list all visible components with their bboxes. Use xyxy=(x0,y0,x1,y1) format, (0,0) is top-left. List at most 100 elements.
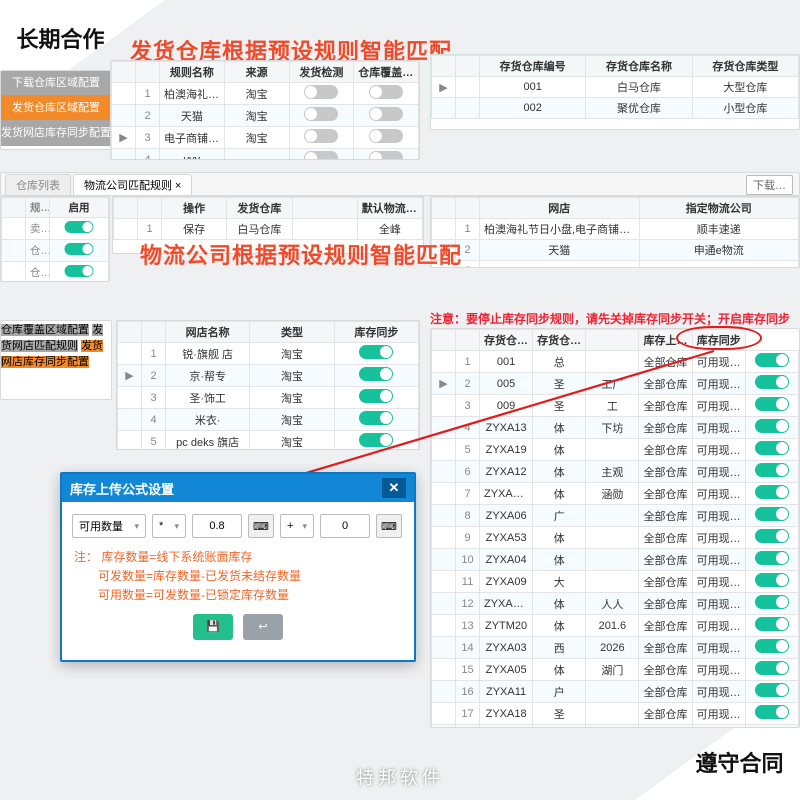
s3-store-list-table: 网店名称类型库存同步1锐·旗舰 店淘宝▶2京·帮专淘宝3圣·饰工淘宝4米衣·淘宝… xyxy=(116,320,420,450)
toggle-switch[interactable] xyxy=(755,353,789,367)
table-row[interactable]: 4米衣·淘宝 xyxy=(118,409,419,431)
s1-rules-grid[interactable]: 规则名称来源发货检测仓库覆盖区域检测1柏澳海礼节日小盘淘宝2天猫淘宝▶3电子商铺… xyxy=(111,61,419,160)
toggle-switch[interactable] xyxy=(755,617,789,631)
dialog-titlebar[interactable]: 库存上传公式设置 ✕ xyxy=(62,474,414,502)
headline-logistics-match: 物流公司根据预设规则智能匹配 xyxy=(140,238,462,270)
table-row[interactable]: 7ZYXA414体涵勋全部仓库可用现量*0.6 xyxy=(432,483,799,505)
s2-rule-enable-grid[interactable]: 规则名称启用卖家备注匹配仓库网店匹配仓库区域匹配 xyxy=(1,197,109,282)
s3-stock-formula-grid[interactable]: 存货仓库编号存货仓库名称库存上传公式库存同步1001总全部仓库可用现量*0.6▶… xyxy=(431,329,799,728)
table-row[interactable]: 15ZYXA05体湖门全部仓库可用现量*0.6 xyxy=(432,659,799,681)
toggle-switch[interactable] xyxy=(755,705,789,719)
s2-store-carrier-grid[interactable]: 网店指定物流公司1柏澳海礼节日小盘,电子商铺通通用户,京东测试顺丰速递2天猫申通… xyxy=(431,197,799,268)
toggle-switch[interactable] xyxy=(755,683,789,697)
calc-icon[interactable]: ⌨ xyxy=(248,514,274,538)
toggle-switch[interactable] xyxy=(369,85,403,99)
table-row[interactable]: 16ZYXA11户全部仓库可用现量*0.6 xyxy=(432,681,799,703)
toggle-switch[interactable] xyxy=(304,85,338,99)
toggle-switch[interactable] xyxy=(755,375,789,389)
toggle-switch[interactable] xyxy=(755,397,789,411)
toggle-switch[interactable] xyxy=(755,727,789,728)
table-row[interactable]: 10ZYXA04体全部仓库可用现量*0.6 xyxy=(432,549,799,571)
s3-stock-formula-table: 存货仓库编号存货仓库名称库存上传公式库存同步1001总全部仓库可用现量*0.6▶… xyxy=(430,328,800,728)
sidebar-btn-area-config[interactable]: 仓库覆盖区域配置 xyxy=(1,324,89,336)
toggle-switch[interactable] xyxy=(369,151,403,160)
toggle-switch[interactable] xyxy=(755,529,789,543)
table-row[interactable]: 8ZYXA06广全部仓库可用现量*0.6 xyxy=(432,505,799,527)
s1-warehouse-grid[interactable]: 存货仓库编号存货仓库名称存货仓库类型▶001白马仓库大型仓库002聚优仓库小型仓… xyxy=(431,55,799,119)
table-row[interactable]: 11ZYXA09大全部仓库可用现量*0.6 xyxy=(432,571,799,593)
dialog-save-button[interactable]: 💾 xyxy=(193,614,233,640)
operator1-select[interactable]: *▾ xyxy=(152,514,186,538)
table-row[interactable]: 2天猫申通e物流 xyxy=(432,240,799,261)
s1-sidebar: 下载仓库区域配置 发货仓库区域配置 发货网店库存同步配置 xyxy=(0,70,112,150)
toggle-switch[interactable] xyxy=(304,151,338,160)
calc-icon-2[interactable]: ⌨ xyxy=(376,514,402,538)
toggle-switch[interactable] xyxy=(755,419,789,433)
toggle-switch[interactable] xyxy=(755,551,789,565)
table-row[interactable]: 1柏澳海礼节日小盘淘宝 xyxy=(112,83,419,105)
table-row[interactable]: 1锐·旗舰 店淘宝 xyxy=(118,343,419,365)
toggle-switch[interactable] xyxy=(359,345,393,359)
toggle-switch[interactable] xyxy=(755,441,789,455)
table-row[interactable]: 3圣·饰工淘宝 xyxy=(118,387,419,409)
close-icon[interactable]: ✕ xyxy=(382,478,406,498)
table-row[interactable]: 17ZYXA18圣全部仓库可用现量*0.6 xyxy=(432,703,799,725)
toggle-switch[interactable] xyxy=(755,507,789,521)
table-row[interactable]: 仓库网店匹配 xyxy=(2,240,109,262)
table-row[interactable]: 卖家备注匹配 xyxy=(2,218,109,240)
s2-operation-grid[interactable]: 操作发货仓库默认物流公司1保存白马仓库全峰 xyxy=(113,197,423,240)
table-row[interactable]: 002聚优仓库小型仓库 xyxy=(432,98,799,119)
table-row[interactable]: 12ZYXA423体人人全部仓库可用现量*0.6 xyxy=(432,593,799,615)
s1-warehouse-table: ＋ － 💾 ↑ ↓ 存货仓库编号存货仓库名称存货仓库类型▶001白马仓库大型仓库… xyxy=(430,54,800,130)
toggle-switch[interactable] xyxy=(755,595,789,609)
table-row[interactable]: ▶2005圣工厂全部仓库可用现量*1 xyxy=(432,373,799,395)
sidebar-btn-stock-sync[interactable]: 发货网店库存同步配置 xyxy=(0,120,112,146)
toggle-switch[interactable] xyxy=(304,107,338,121)
toggle-switch[interactable] xyxy=(755,463,789,477)
table-row[interactable]: ▶3电子商铺通通用户淘宝 xyxy=(112,127,419,149)
toggle-switch[interactable] xyxy=(304,129,338,143)
dialog-cancel-button[interactable]: ↩ xyxy=(243,614,283,640)
quantity-type-select[interactable]: 可用数量▾ xyxy=(72,514,146,538)
table-row[interactable]: 1保存白马仓库全峰 xyxy=(114,219,423,240)
table-row[interactable]: ▶001白马仓库大型仓库 xyxy=(432,77,799,98)
toggle-switch[interactable] xyxy=(755,573,789,587)
download-button[interactable]: 下载… xyxy=(746,175,793,195)
table-row[interactable]: 4vvv xyxy=(112,149,419,161)
s3-store-list-grid[interactable]: 网店名称类型库存同步1锐·旗舰 店淘宝▶2京·帮专淘宝3圣·饰工淘宝4米衣·淘宝… xyxy=(117,321,419,450)
sidebar-btn-download-area[interactable]: 下载仓库区域配置 xyxy=(0,70,112,96)
toggle-switch[interactable] xyxy=(755,639,789,653)
toggle-switch[interactable] xyxy=(755,485,789,499)
toggle-switch[interactable] xyxy=(65,265,94,277)
toggle-switch[interactable] xyxy=(359,411,393,425)
table-row[interactable]: 5pc deks 旗店淘宝 xyxy=(118,431,419,451)
tab-logistics-rules[interactable]: 物流公司匹配规则 × xyxy=(73,174,192,196)
table-row[interactable]: 18ZYXA08户全部仓库可用现量*0.6 xyxy=(432,725,799,729)
toggle-switch[interactable] xyxy=(359,389,393,403)
table-row[interactable]: 4ZYXA13体下坊全部仓库可用现量*0.6 xyxy=(432,417,799,439)
factor-input[interactable]: 0.8 xyxy=(192,514,242,538)
table-row[interactable]: 仓库区域匹配 xyxy=(2,262,109,283)
table-row[interactable]: 1001总全部仓库可用现量*0.6 xyxy=(432,351,799,373)
table-row[interactable]: 2天猫淘宝 xyxy=(112,105,419,127)
offset-input[interactable]: 0 xyxy=(320,514,370,538)
table-row[interactable]: 9ZYXA53体全部仓库可用现量*0.6 xyxy=(432,527,799,549)
toggle-switch[interactable] xyxy=(65,243,94,255)
table-row[interactable]: 13ZYTM20体201.6全部仓库可用现量*0.6 xyxy=(432,615,799,637)
toggle-switch[interactable] xyxy=(65,221,94,233)
sidebar-btn-warehouse-area[interactable]: 发货仓库区域配置 xyxy=(0,95,112,121)
table-row[interactable]: 3— xyxy=(432,261,799,269)
table-row[interactable]: ▶2京·帮专淘宝 xyxy=(118,365,419,387)
toggle-switch[interactable] xyxy=(755,661,789,675)
table-row[interactable]: 14ZYXA03西2026全部仓库可用现量*0.6 xyxy=(432,637,799,659)
operator2-select[interactable]: +▾ xyxy=(280,514,314,538)
table-row[interactable]: 6ZYXA12体主观全部仓库可用现量*0.6 xyxy=(432,461,799,483)
toggle-switch[interactable] xyxy=(369,129,403,143)
table-row[interactable]: 5ZYXA19体全部仓库可用现量*0.6 xyxy=(432,439,799,461)
table-row[interactable]: 3009圣工全部仓库可用现量*0.6 xyxy=(432,395,799,417)
table-row[interactable]: 1柏澳海礼节日小盘,电子商铺通通用户,京东测试顺丰速递 xyxy=(432,219,799,240)
toggle-switch[interactable] xyxy=(369,107,403,121)
toggle-switch[interactable] xyxy=(359,433,393,447)
tab-warehouse-list[interactable]: 仓库列表 xyxy=(5,174,71,196)
toggle-switch[interactable] xyxy=(359,367,393,381)
